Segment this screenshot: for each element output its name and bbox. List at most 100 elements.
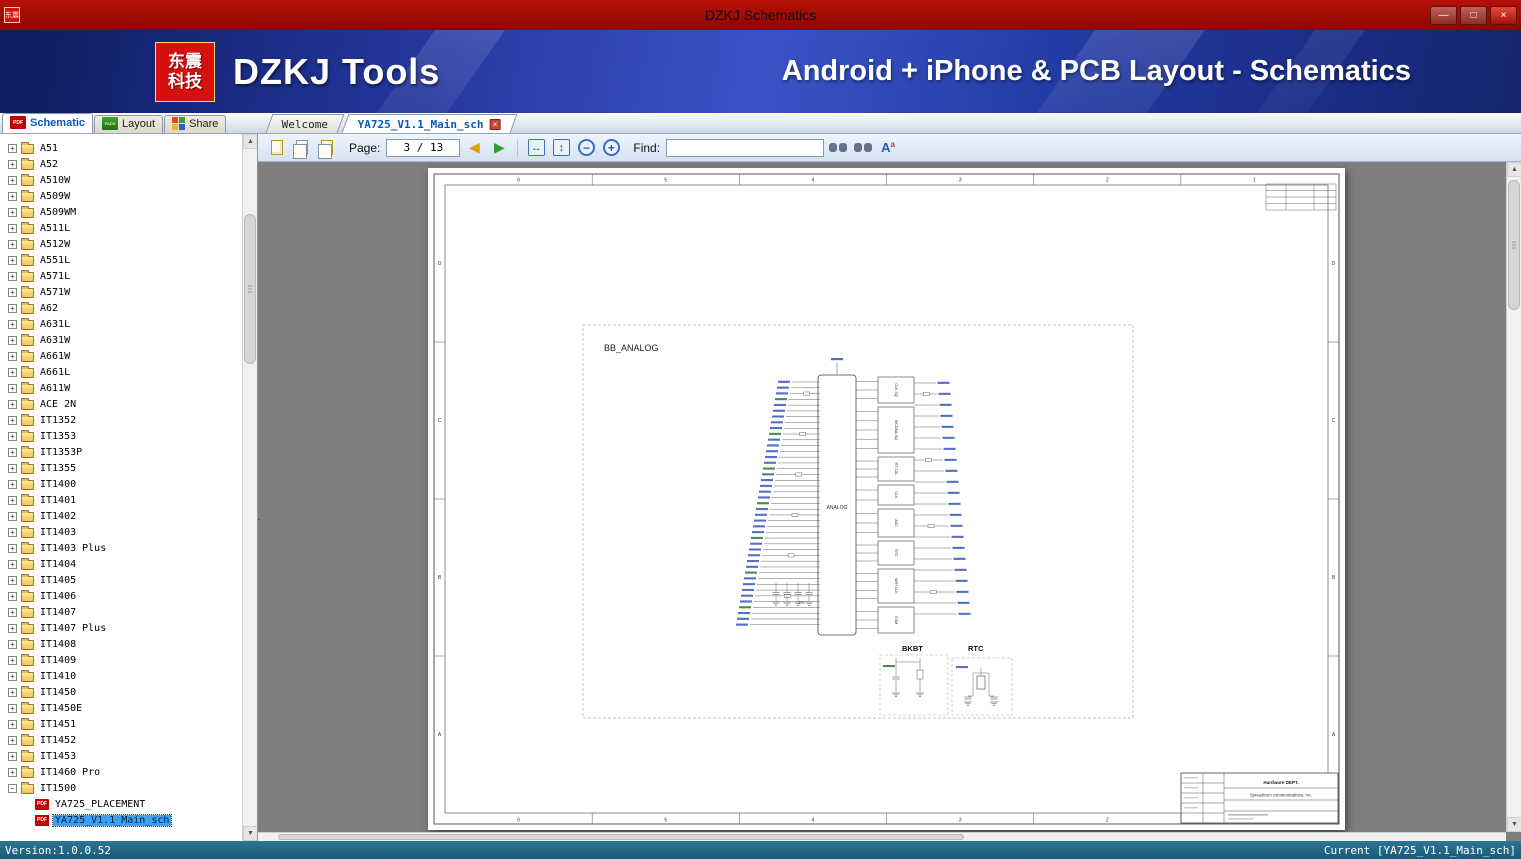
expand-icon[interactable]: +: [8, 479, 17, 489]
close-button[interactable]: ×: [1490, 5, 1517, 25]
single-page-view-button[interactable]: [266, 137, 288, 159]
tree-item[interactable]: + A62: [8, 300, 241, 316]
tree-item[interactable]: + IT1450E: [8, 700, 241, 716]
next-page-button[interactable]: ▶: [488, 137, 510, 159]
expand-icon[interactable]: +: [8, 575, 17, 585]
tree-item[interactable]: + IT1409: [8, 652, 241, 668]
tree-item[interactable]: + A52: [8, 156, 241, 172]
expand-icon[interactable]: +: [8, 719, 17, 729]
expand-icon[interactable]: +: [8, 495, 17, 505]
minimize-button[interactable]: —: [1430, 5, 1457, 25]
tree-item[interactable]: + IT1355: [8, 460, 241, 476]
tree-item[interactable]: + IT1408: [8, 636, 241, 652]
tree-item[interactable]: PDF YA725_V1.1_Main_sch: [8, 812, 241, 828]
tab-schematic[interactable]: PDF Schematic: [2, 113, 94, 133]
expand-icon[interactable]: +: [8, 223, 17, 233]
tree-item[interactable]: + IT1400: [8, 476, 241, 492]
expand-icon[interactable]: +: [8, 271, 17, 281]
expand-icon[interactable]: +: [8, 239, 17, 249]
scrollbar-thumb[interactable]: [244, 214, 256, 364]
tree-item[interactable]: + A51: [8, 140, 241, 156]
tree-item[interactable]: + IT1401: [8, 492, 241, 508]
viewer-horizontal-scrollbar[interactable]: [258, 832, 1506, 841]
expand-icon[interactable]: +: [8, 527, 17, 537]
scrollbar-thumb[interactable]: [1508, 180, 1520, 310]
tab-share[interactable]: Share: [164, 115, 227, 133]
find-next-button[interactable]: [852, 137, 874, 159]
scroll-up-icon[interactable]: ▲: [1507, 162, 1521, 177]
expand-icon[interactable]: +: [8, 159, 17, 169]
tree-item[interactable]: + A509W: [8, 188, 241, 204]
tree-item[interactable]: + IT1451: [8, 716, 241, 732]
expand-icon[interactable]: +: [8, 655, 17, 665]
tree-item[interactable]: + IT1403 Plus: [8, 540, 241, 556]
expand-icon[interactable]: +: [8, 447, 17, 457]
expand-icon[interactable]: +: [8, 399, 17, 409]
expand-icon[interactable]: +: [8, 511, 17, 521]
expand-icon[interactable]: +: [8, 175, 17, 185]
zoom-in-button[interactable]: +: [600, 137, 622, 159]
tree-item[interactable]: + IT1352: [8, 412, 241, 428]
expand-icon[interactable]: +: [8, 767, 17, 777]
tab-layout[interactable]: PADS Layout: [94, 115, 164, 133]
tree-item[interactable]: + IT1410: [8, 668, 241, 684]
tree-item[interactable]: + A631W: [8, 332, 241, 348]
tree-item[interactable]: + IT1450: [8, 684, 241, 700]
doc-tab-welcome[interactable]: Welcome: [265, 114, 346, 133]
expand-icon[interactable]: +: [8, 319, 17, 329]
tree-item[interactable]: + IT1407 Plus: [8, 620, 241, 636]
expand-icon[interactable]: +: [8, 431, 17, 441]
tree-item[interactable]: + IT1353P: [8, 444, 241, 460]
tree-item[interactable]: + IT1407: [8, 604, 241, 620]
expand-icon[interactable]: +: [8, 735, 17, 745]
tree-item[interactable]: + IT1453: [8, 748, 241, 764]
expand-icon[interactable]: +: [8, 287, 17, 297]
tree-item[interactable]: + IT1406: [8, 588, 241, 604]
tree-item[interactable]: + IT1353: [8, 428, 241, 444]
expand-icon[interactable]: +: [8, 687, 17, 697]
sidebar-collapse-icon[interactable]: ▶: [258, 514, 260, 525]
expand-icon[interactable]: +: [8, 463, 17, 473]
expand-icon[interactable]: +: [8, 703, 17, 713]
expand-icon[interactable]: +: [8, 207, 17, 217]
expand-icon[interactable]: +: [8, 623, 17, 633]
expand-icon[interactable]: +: [8, 415, 17, 425]
expand-icon[interactable]: +: [8, 591, 17, 601]
find-previous-button[interactable]: [827, 137, 849, 159]
collapse-icon[interactable]: −: [8, 783, 17, 793]
tree-item[interactable]: + A611W: [8, 380, 241, 396]
tree-item[interactable]: + A551L: [8, 252, 241, 268]
tree-item[interactable]: PDF YA725_PLACEMENT: [8, 796, 241, 812]
expand-icon[interactable]: +: [8, 191, 17, 201]
tree-item[interactable]: − IT1500: [8, 780, 241, 796]
expand-icon[interactable]: +: [8, 607, 17, 617]
find-input[interactable]: [666, 138, 825, 157]
viewer-vertical-scrollbar[interactable]: ▲ ▼: [1506, 162, 1521, 832]
tree-item[interactable]: + A661W: [8, 348, 241, 364]
expand-icon[interactable]: +: [8, 671, 17, 681]
continuous-view-button[interactable]: [316, 137, 338, 159]
previous-page-button[interactable]: ◀: [463, 137, 485, 159]
scroll-down-icon[interactable]: ▼: [1507, 817, 1521, 832]
tree-item[interactable]: + A509WM: [8, 204, 241, 220]
tree-item[interactable]: + IT1402: [8, 508, 241, 524]
fit-width-button[interactable]: ↔: [525, 137, 547, 159]
tree-item[interactable]: + A510W: [8, 172, 241, 188]
two-page-view-button[interactable]: [291, 137, 313, 159]
schematic-canvas[interactable]: 665544332211DDCCBBAA: [428, 168, 1345, 830]
tree-item[interactable]: + A571W: [8, 284, 241, 300]
tree-item[interactable]: + IT1404: [8, 556, 241, 572]
expand-icon[interactable]: +: [8, 543, 17, 553]
text-size-button[interactable]: Aa: [877, 137, 899, 159]
scroll-up-icon[interactable]: ▲: [243, 134, 257, 149]
expand-icon[interactable]: +: [8, 255, 17, 265]
sidebar-scrollbar[interactable]: ▲ ▼: [242, 134, 257, 841]
expand-icon[interactable]: +: [8, 335, 17, 345]
tree-item[interactable]: + IT1452: [8, 732, 241, 748]
tree-item[interactable]: + A571L: [8, 268, 241, 284]
tree-item[interactable]: + A512W: [8, 236, 241, 252]
scrollbar-thumb[interactable]: [278, 834, 965, 840]
expand-icon[interactable]: +: [8, 559, 17, 569]
zoom-out-button[interactable]: −: [575, 137, 597, 159]
expand-icon[interactable]: +: [8, 303, 17, 313]
